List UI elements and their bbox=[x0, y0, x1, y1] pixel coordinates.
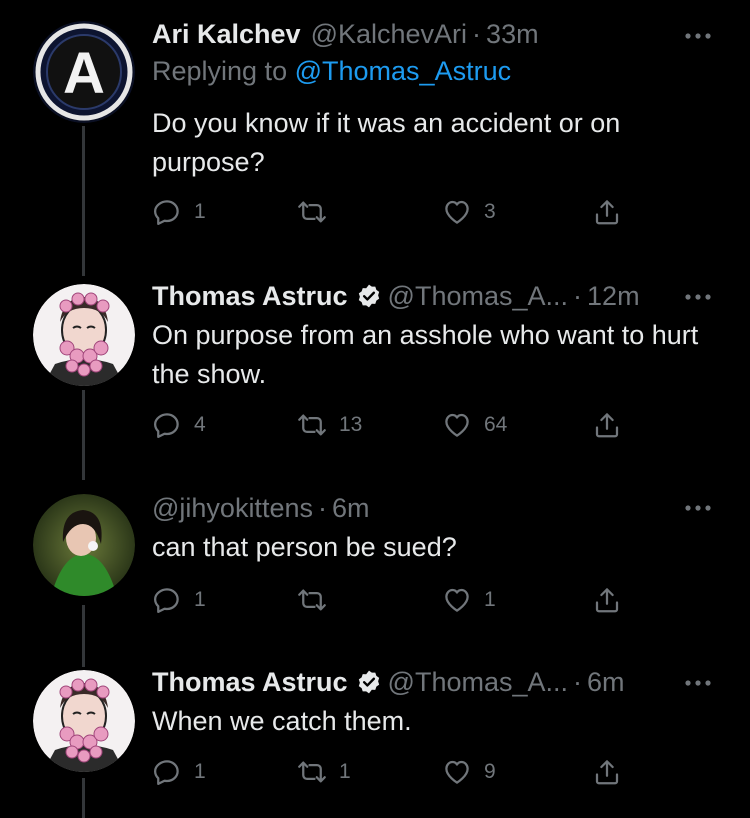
retweet-icon bbox=[298, 589, 326, 611]
retweet-count: 13 bbox=[339, 413, 363, 436]
like-count: 1 bbox=[484, 588, 496, 611]
avatar[interactable]: A bbox=[33, 21, 135, 123]
like-button[interactable]: 9 bbox=[442, 754, 496, 790]
tweet[interactable]: Thomas Astruc @Thomas_A... · 12m On purp… bbox=[0, 276, 750, 446]
like-button[interactable]: 1 bbox=[442, 582, 496, 618]
replying-to-label: Replying to bbox=[152, 56, 288, 86]
timestamp[interactable]: 12m bbox=[587, 281, 640, 312]
reply-button[interactable]: 1 bbox=[152, 194, 206, 230]
verified-badge-icon bbox=[358, 670, 379, 694]
separator-dot: · bbox=[573, 666, 583, 697]
timestamp[interactable]: 6m bbox=[332, 493, 370, 524]
retweet-button[interactable]: 1 bbox=[297, 754, 351, 790]
share-icon bbox=[595, 588, 619, 613]
tweet-actions: 4 13 64 bbox=[152, 407, 652, 443]
reply-count: 4 bbox=[194, 413, 206, 436]
share-button[interactable] bbox=[592, 754, 622, 790]
retweet-icon bbox=[298, 761, 326, 783]
handle[interactable]: @jihyokittens bbox=[152, 493, 313, 524]
reply-count: 1 bbox=[194, 760, 206, 783]
display-name[interactable]: Thomas Astruc bbox=[152, 281, 348, 312]
tweet-header: Thomas Astruc @Thomas_A... · 6m bbox=[152, 662, 625, 702]
tweet[interactable]: Thomas Astruc @Thomas_A... · 6m When we … bbox=[0, 662, 750, 802]
share-button[interactable] bbox=[592, 407, 622, 443]
heart-icon bbox=[445, 588, 469, 612]
tweet[interactable]: @jihyokittens · 6m can that person be su… bbox=[0, 488, 750, 628]
retweet-button[interactable]: 13 bbox=[297, 407, 362, 443]
tweet-text: On purpose from an asshole who want to h… bbox=[152, 320, 699, 389]
reply-count: 1 bbox=[194, 588, 206, 611]
display-name[interactable]: Thomas Astruc bbox=[152, 667, 348, 698]
tweet-text: can that person be sued? bbox=[152, 532, 457, 562]
reply-icon bbox=[154, 200, 179, 225]
tweet[interactable]: A Ari Kalchev @KalchevAri · 33m Replying… bbox=[0, 14, 750, 244]
reply-icon bbox=[154, 588, 179, 613]
timestamp[interactable]: 6m bbox=[587, 667, 625, 698]
more-icon[interactable] bbox=[678, 26, 718, 46]
more-icon[interactable] bbox=[678, 673, 718, 693]
share-icon bbox=[595, 413, 619, 438]
separator-dot: · bbox=[472, 18, 482, 49]
tweet-header: @jihyokittens · 6m bbox=[152, 488, 370, 528]
more-icon[interactable] bbox=[678, 498, 718, 518]
heart-icon bbox=[445, 413, 469, 437]
avatar[interactable] bbox=[33, 494, 135, 596]
tweet-header: Ari Kalchev @KalchevAri · 33m bbox=[152, 14, 539, 54]
tweet-text: Do you know if it was an accident or on … bbox=[152, 108, 621, 177]
share-button[interactable] bbox=[592, 194, 622, 230]
reply-button[interactable]: 1 bbox=[152, 582, 206, 618]
handle[interactable]: @Thomas_A... bbox=[388, 281, 568, 312]
heart-icon bbox=[445, 200, 469, 224]
tweet-actions: 1 3 bbox=[152, 194, 652, 230]
tweet-actions: 1 1 9 bbox=[152, 754, 652, 790]
tweet-text: When we catch them. bbox=[152, 706, 412, 736]
like-button[interactable]: 64 bbox=[442, 407, 507, 443]
svg-text:A: A bbox=[63, 41, 105, 106]
avatar[interactable] bbox=[33, 284, 135, 386]
reply-icon bbox=[154, 413, 179, 438]
display-name[interactable]: Ari Kalchev bbox=[152, 19, 301, 50]
mention-link[interactable]: @Thomas_Astruc bbox=[295, 56, 511, 86]
share-button[interactable] bbox=[592, 582, 622, 618]
retweet-count: 1 bbox=[339, 760, 351, 783]
reply-button[interactable]: 1 bbox=[152, 754, 206, 790]
share-icon bbox=[595, 200, 619, 225]
replying-to: Replying to @Thomas_Astruc bbox=[152, 56, 511, 87]
separator-dot: · bbox=[573, 280, 583, 311]
like-count: 64 bbox=[484, 413, 508, 436]
verified-badge-icon bbox=[358, 284, 379, 308]
handle[interactable]: @KalchevAri bbox=[311, 19, 467, 50]
reply-icon bbox=[154, 760, 179, 785]
share-icon bbox=[595, 760, 619, 785]
tweet-header: Thomas Astruc @Thomas_A... · 12m bbox=[152, 276, 640, 316]
handle[interactable]: @Thomas_A... bbox=[388, 667, 568, 698]
reply-button[interactable]: 4 bbox=[152, 407, 206, 443]
more-icon[interactable] bbox=[678, 287, 718, 307]
tweet-actions: 1 1 bbox=[152, 582, 652, 618]
retweet-icon bbox=[298, 201, 326, 223]
timestamp[interactable]: 33m bbox=[486, 19, 539, 50]
heart-icon bbox=[445, 760, 469, 784]
retweet-icon bbox=[298, 414, 326, 436]
separator-dot: · bbox=[317, 492, 327, 523]
reply-count: 1 bbox=[194, 200, 206, 223]
like-count: 9 bbox=[484, 760, 496, 783]
like-count: 3 bbox=[484, 200, 496, 223]
retweet-button[interactable] bbox=[297, 582, 339, 618]
avatar[interactable] bbox=[33, 670, 135, 772]
like-button[interactable]: 3 bbox=[442, 194, 496, 230]
retweet-button[interactable] bbox=[297, 194, 339, 230]
